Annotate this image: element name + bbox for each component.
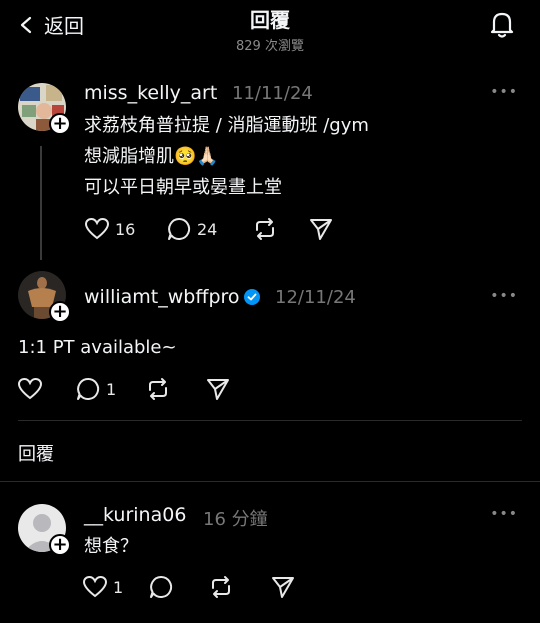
post-actions: 16 24 bbox=[84, 216, 334, 242]
like-button[interactable]: 1 bbox=[82, 574, 148, 600]
comment-button[interactable] bbox=[148, 574, 208, 600]
reply-username[interactable]: __kurina06 bbox=[84, 504, 186, 526]
post-text: 1:1 PT available~ bbox=[18, 332, 177, 363]
view-count: 829 次瀏覽 bbox=[236, 39, 304, 54]
heart-icon bbox=[82, 575, 108, 598]
verified-badge-icon bbox=[243, 289, 260, 305]
post-text: 求荔枝角普拉提 / 消脂運動班 /gym 想減脂增肌🥺🙏🏻 可以平日朝早或晏晝上… bbox=[84, 110, 369, 203]
post-actions: 1 bbox=[17, 376, 231, 402]
replies-section-label: 回覆 bbox=[18, 444, 54, 465]
repost-icon bbox=[212, 576, 230, 598]
comment-button[interactable]: 24 bbox=[166, 216, 252, 242]
repost-button[interactable] bbox=[252, 216, 308, 242]
repost-icon bbox=[256, 218, 274, 240]
thread-line bbox=[40, 146, 42, 260]
post-text-line: 可以平日朝早或晏晝上堂 bbox=[84, 177, 282, 198]
share-button[interactable] bbox=[270, 574, 296, 600]
username-text: williamt_wbffpro bbox=[84, 286, 240, 308]
bell-icon[interactable] bbox=[486, 8, 518, 40]
post-date: 11/11/24 bbox=[232, 83, 313, 104]
post-text-line: 1:1 PT available~ bbox=[18, 337, 177, 358]
post-date: 12/11/24 bbox=[275, 287, 356, 308]
header-title-group: 回覆 829 次瀏覽 bbox=[0, 4, 540, 54]
heart-icon bbox=[84, 217, 110, 240]
reply-actions: 1 bbox=[82, 574, 296, 600]
repost-icon bbox=[149, 378, 167, 400]
divider bbox=[18, 420, 522, 421]
like-count: 16 bbox=[115, 219, 136, 239]
divider bbox=[0, 481, 540, 482]
comment-icon bbox=[168, 217, 191, 240]
repost-button[interactable] bbox=[145, 376, 205, 402]
reply-text: 想食？ bbox=[84, 536, 138, 557]
follow-plus-button[interactable]: + bbox=[49, 534, 71, 556]
heart-icon bbox=[17, 377, 43, 400]
like-button[interactable] bbox=[17, 376, 75, 402]
reply-date: 16 分鐘 bbox=[203, 509, 268, 530]
comment-count: 24 bbox=[197, 219, 218, 239]
comment-button[interactable]: 1 bbox=[75, 376, 145, 402]
send-icon bbox=[207, 379, 229, 400]
post-username[interactable]: williamt_wbffpro bbox=[84, 286, 260, 308]
send-icon bbox=[310, 219, 332, 240]
more-options-button[interactable]: ••• bbox=[490, 506, 518, 522]
comment-icon bbox=[77, 377, 100, 400]
send-icon bbox=[272, 577, 294, 598]
more-options-button[interactable]: ••• bbox=[490, 84, 518, 100]
like-button[interactable]: 16 bbox=[84, 216, 166, 242]
page-title: 回覆 bbox=[250, 8, 290, 32]
share-button[interactable] bbox=[205, 376, 231, 402]
follow-plus-button[interactable]: + bbox=[49, 113, 71, 135]
repost-button[interactable] bbox=[208, 574, 270, 600]
comment-icon bbox=[150, 575, 173, 598]
share-button[interactable] bbox=[308, 216, 334, 242]
post-text-line: 想減脂增肌🥺🙏🏻 bbox=[84, 146, 219, 167]
comment-count: 1 bbox=[106, 379, 117, 399]
top-bar: 返回 回覆 829 次瀏覽 bbox=[0, 0, 540, 56]
post-text-line: 求荔枝角普拉提 / 消脂運動班 /gym bbox=[84, 115, 369, 136]
more-options-button[interactable]: ••• bbox=[490, 288, 518, 304]
like-count: 1 bbox=[113, 577, 124, 597]
follow-plus-button[interactable]: + bbox=[49, 301, 71, 323]
post-username[interactable]: miss_kelly_art bbox=[84, 82, 217, 104]
